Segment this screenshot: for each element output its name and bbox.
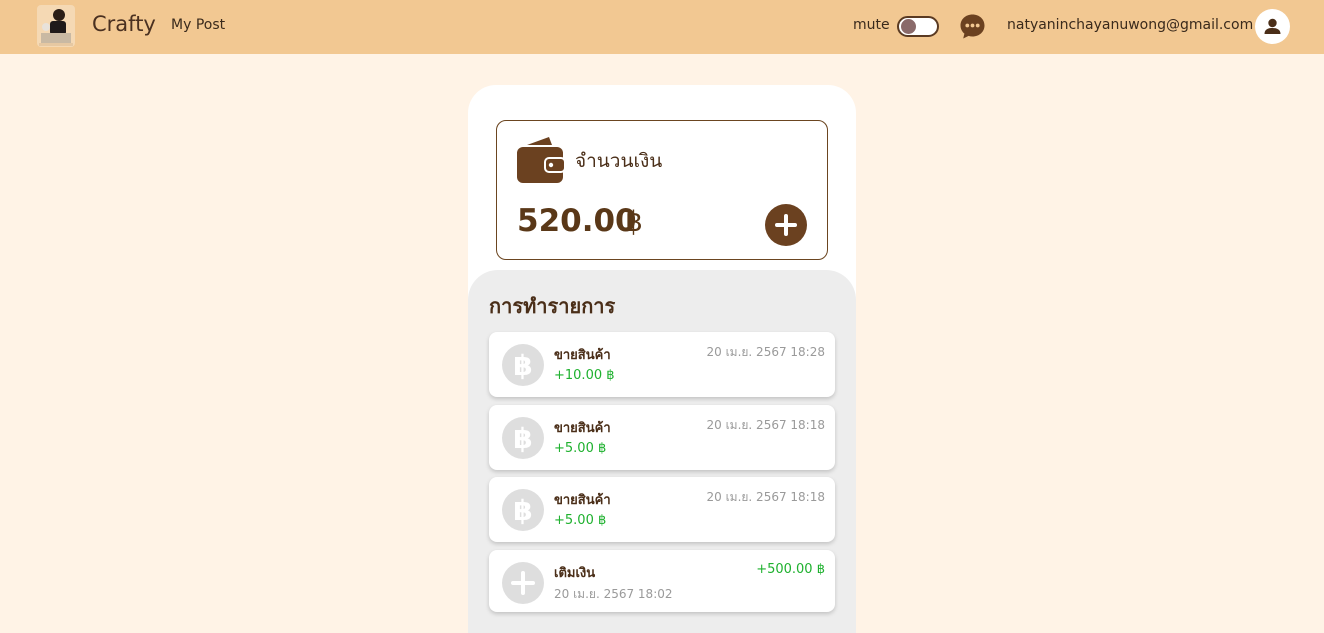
transaction-date: 20 เม.ย. 2567 18:18 — [706, 490, 825, 504]
mute-label: mute — [853, 17, 890, 33]
baht-icon: ฿ — [502, 489, 544, 531]
mute-toggle[interactable] — [897, 16, 939, 37]
transaction-name: เติมเงิน — [554, 566, 596, 581]
transaction-name: ขายสินค้า — [554, 421, 611, 436]
chat-icon[interactable] — [959, 13, 986, 40]
transaction-amount: +10.00 ฿ — [554, 368, 615, 383]
wallet-balance-card: จำนวนเงิน 520.00 ฿ — [496, 120, 828, 260]
transaction-item[interactable]: เติมเงิน +500.00 ฿ 20 เม.ย. 2567 18:02 — [489, 550, 835, 612]
transactions-section: การทำรายการ ฿ ขายสินค้า +10.00 ฿ 20 เม.ย… — [468, 270, 856, 633]
transaction-date: 20 เม.ย. 2567 18:18 — [706, 418, 825, 432]
transaction-amount: +500.00 ฿ — [756, 562, 825, 577]
baht-icon: ฿ — [502, 417, 544, 459]
wallet-icon — [517, 137, 566, 183]
add-funds-button[interactable] — [765, 204, 807, 246]
top-navbar: Crafty My Post mute natyaninchayanuwong@… — [0, 0, 1324, 54]
wallet-label: จำนวนเงิน — [575, 150, 663, 172]
app-title[interactable]: Crafty — [92, 12, 156, 36]
toggle-knob — [901, 19, 916, 34]
transaction-date: 20 เม.ย. 2567 18:02 — [554, 587, 673, 601]
baht-icon: ฿ — [502, 344, 544, 386]
profile-avatar[interactable] — [1255, 9, 1290, 44]
currency-unit: ฿ — [625, 205, 643, 238]
wallet-balance: 520.00 — [517, 203, 637, 239]
nav-my-post-link[interactable]: My Post — [171, 17, 225, 33]
user-email: natyaninchayanuwong@gmail.com — [1007, 17, 1254, 33]
transaction-item[interactable]: ฿ ขายสินค้า +10.00 ฿ 20 เม.ย. 2567 18:28 — [489, 332, 835, 397]
app-logo[interactable] — [37, 5, 75, 47]
transaction-amount: +5.00 ฿ — [554, 441, 607, 456]
transaction-amount: +5.00 ฿ — [554, 513, 607, 528]
user-icon — [1264, 18, 1281, 34]
plus-icon — [502, 562, 544, 604]
transaction-name: ขายสินค้า — [554, 348, 611, 363]
plus-icon — [775, 214, 797, 236]
transaction-date: 20 เม.ย. 2567 18:28 — [706, 345, 825, 359]
transaction-item[interactable]: ฿ ขายสินค้า +5.00 ฿ 20 เม.ย. 2567 18:18 — [489, 405, 835, 470]
transaction-item[interactable]: ฿ ขายสินค้า +5.00 ฿ 20 เม.ย. 2567 18:18 — [489, 477, 835, 542]
transaction-name: ขายสินค้า — [554, 493, 611, 508]
transactions-title: การทำรายการ — [489, 294, 616, 318]
